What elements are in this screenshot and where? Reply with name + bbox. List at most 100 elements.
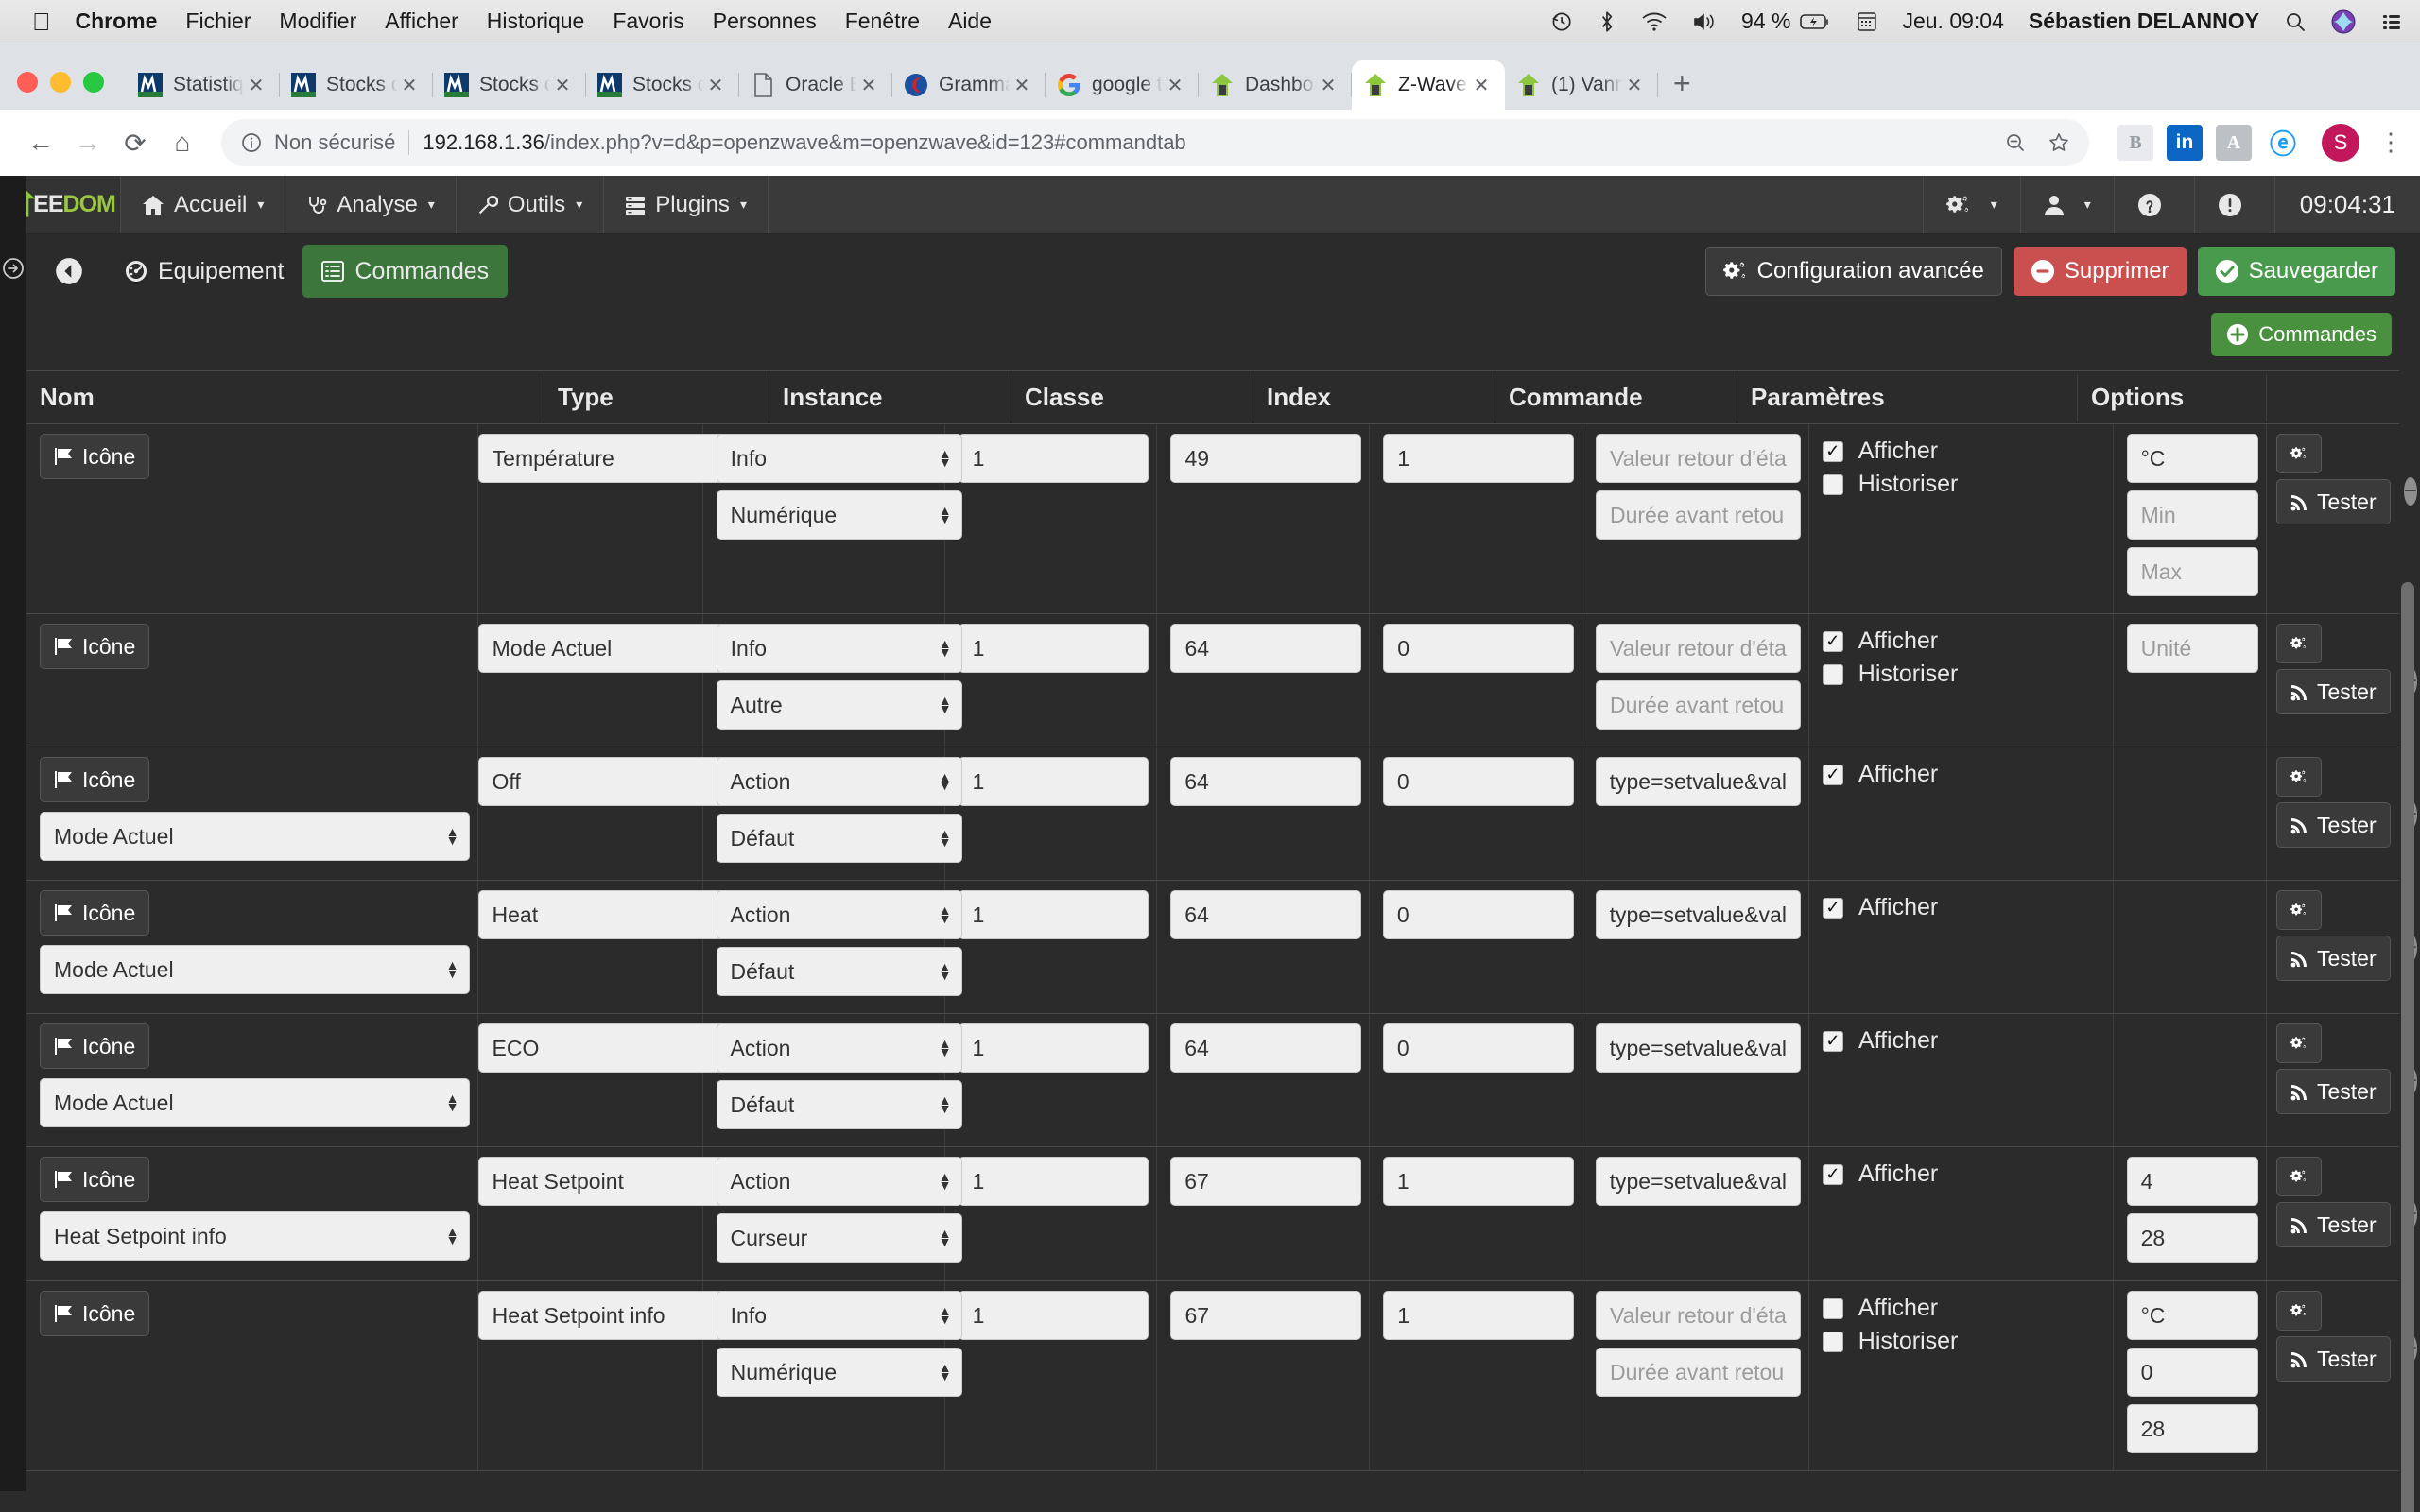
browser-tab-zwave-active[interactable]: Z-Wave ✕ xyxy=(1352,60,1505,110)
index-input[interactable]: 0 xyxy=(1383,624,1574,673)
menu-favoris[interactable]: Favoris xyxy=(613,9,683,34)
menubar-datetime[interactable]: Jeu. 09:04 xyxy=(1902,9,2003,34)
afficher-checkbox[interactable]: ✓ Afficher xyxy=(1822,627,2105,655)
configure-command-button[interactable] xyxy=(2275,890,2322,930)
type-select[interactable]: Action ▲ ▼ xyxy=(716,890,962,939)
linked-info-select[interactable]: Heat Setpoint info ▲ ▼ xyxy=(40,1211,470,1261)
menu-historique[interactable]: Historique xyxy=(487,9,585,34)
classe-input[interactable]: 64 xyxy=(1170,757,1361,806)
browser-tab-vanne[interactable]: (1) Vann ✕ xyxy=(1505,60,1658,110)
volume-icon[interactable] xyxy=(1692,11,1717,32)
unite-input[interactable]: Unité xyxy=(2126,624,2258,673)
browser-tab-oracle[interactable]: Oracle B ✕ xyxy=(739,60,892,110)
tab-close-icon[interactable]: ✕ xyxy=(397,74,422,97)
subtype-select[interactable]: Numérique ▲ ▼ xyxy=(716,490,962,540)
instance-input[interactable]: 1 xyxy=(958,434,1150,483)
afficher-checkbox[interactable]: ✓ Afficher xyxy=(1822,761,2105,788)
max-input[interactable]: 28 xyxy=(2126,1404,2258,1453)
max-value-input[interactable]: 28 xyxy=(2126,1213,2258,1263)
historiser-checkbox[interactable]: Historiser xyxy=(1822,661,2105,688)
classe-input[interactable]: 67 xyxy=(1170,1291,1362,1340)
subtype-select[interactable]: Défaut ▲ ▼ xyxy=(716,1080,962,1129)
tab-close-icon[interactable]: ✕ xyxy=(1622,74,1647,97)
min-value-input[interactable]: 4 xyxy=(2126,1157,2258,1206)
browser-tab-grammalecte[interactable]: Gramma ✕ xyxy=(892,60,1046,110)
commande-value-input[interactable]: type=setvalue&val xyxy=(1595,1023,1801,1073)
wifi-icon[interactable] xyxy=(1641,11,1668,32)
browser-tab-stocks-2[interactable]: Stocks d ✕ xyxy=(433,60,586,110)
historiser-checkbox[interactable]: Historiser xyxy=(1822,471,2105,498)
commande-value-input[interactable]: type=setvalue&val xyxy=(1595,1157,1801,1206)
window-minimize-button[interactable] xyxy=(50,72,71,93)
browser-tab-statistiq[interactable]: Statistiq ✕ xyxy=(127,60,280,110)
commande-value-input[interactable]: type=setvalue&val xyxy=(1595,757,1801,806)
window-controls[interactable] xyxy=(17,72,104,110)
classe-input[interactable]: 67 xyxy=(1170,1157,1361,1206)
index-input[interactable]: 1 xyxy=(1382,1157,1574,1206)
remove-command-button[interactable]: − xyxy=(2403,477,2417,506)
tab-equipement[interactable]: Equipement xyxy=(106,245,302,298)
vertical-scrollbar[interactable] xyxy=(2401,582,2414,1512)
type-select[interactable]: Info ▲ ▼ xyxy=(716,624,962,673)
tester-button[interactable]: Tester xyxy=(2275,802,2391,848)
menu-chrome[interactable]: Chrome xyxy=(76,9,158,34)
nav-user-menu[interactable]: ▾ xyxy=(2019,176,2114,233)
icone-button[interactable]: Icône xyxy=(40,1157,150,1202)
address-bar[interactable]: Non sécurisé 192.168.1.36 /index.php?v=d… xyxy=(221,119,2089,166)
nav-item-accueil[interactable]: Accueil ▾ xyxy=(121,176,286,233)
back-button[interactable]: ← xyxy=(17,119,64,166)
icone-button[interactable]: Icône xyxy=(40,757,150,802)
configure-command-button[interactable] xyxy=(2276,434,2322,473)
apple-menu-icon[interactable]:  xyxy=(32,9,51,34)
tester-button[interactable]: Tester xyxy=(2275,936,2391,981)
tester-button[interactable]: Tester xyxy=(2276,479,2391,524)
bookmark-star-icon[interactable] xyxy=(2048,131,2070,154)
nav-item-analyse[interactable]: Analyse ▾ xyxy=(285,176,457,233)
tab-close-icon[interactable]: ✕ xyxy=(1469,74,1494,97)
kebab-menu-icon[interactable]: ⋮ xyxy=(2378,130,2403,154)
bluetooth-icon[interactable] xyxy=(1598,9,1616,34)
min-input[interactable]: Min xyxy=(2126,490,2258,540)
menu-aide[interactable]: Aide xyxy=(948,9,992,34)
duree-avant-retour-input[interactable]: Durée avant retou xyxy=(1596,490,1801,540)
menu-fenetre[interactable]: Fenêtre xyxy=(845,9,920,34)
tester-button[interactable]: Tester xyxy=(2275,1202,2391,1247)
menu-modifier[interactable]: Modifier xyxy=(279,9,356,34)
configuration-avancee-button[interactable]: Configuration avancée xyxy=(1704,247,2002,296)
tab-close-icon[interactable]: ✕ xyxy=(1316,74,1340,97)
avast-icon[interactable]: A xyxy=(2216,125,2252,161)
duree-avant-retour-input[interactable]: Durée avant retou xyxy=(1596,680,1801,730)
edge-icon[interactable]: ⓔ xyxy=(2265,125,2301,161)
tab-close-icon[interactable]: ✕ xyxy=(1163,74,1187,97)
instance-input[interactable]: 1 xyxy=(958,890,1150,939)
index-input[interactable]: 1 xyxy=(1383,434,1574,483)
control-center-icon[interactable] xyxy=(2380,10,2403,33)
linkedin-icon[interactable]: in xyxy=(2167,125,2203,161)
tab-commandes[interactable]: Commandes xyxy=(302,245,509,298)
classe-input[interactable]: 64 xyxy=(1170,890,1361,939)
subtype-select[interactable]: Curseur ▲ ▼ xyxy=(716,1213,962,1263)
tab-close-icon[interactable]: ✕ xyxy=(856,74,881,97)
nav-item-plugins[interactable]: Plugins ▾ xyxy=(604,176,769,233)
index-input[interactable]: 1 xyxy=(1383,1291,1574,1340)
siri-icon[interactable] xyxy=(2331,9,2356,34)
tab-close-icon[interactable]: ✕ xyxy=(244,74,268,97)
valeur-retour-etat-input[interactable]: Valeur retour d'éta xyxy=(1596,434,1801,483)
classe-input[interactable]: 64 xyxy=(1170,624,1362,673)
linked-info-select[interactable]: Mode Actuel ▲ ▼ xyxy=(40,945,470,994)
menu-afficher[interactable]: Afficher xyxy=(385,9,458,34)
browser-tab-google[interactable]: google t ✕ xyxy=(1046,60,1199,110)
tab-close-icon[interactable]: ✕ xyxy=(550,74,575,97)
instance-input[interactable]: 1 xyxy=(958,1023,1150,1073)
search-icon[interactable] xyxy=(2284,10,2307,33)
type-select[interactable]: Action ▲ ▼ xyxy=(716,1023,962,1073)
afficher-checkbox[interactable]: ✓ Afficher xyxy=(1822,1160,2105,1188)
clock-rewind-icon[interactable] xyxy=(1548,9,1573,34)
min-input[interactable]: 0 xyxy=(2126,1348,2258,1397)
profile-avatar[interactable]: S xyxy=(2322,124,2360,162)
icone-button[interactable]: Icône xyxy=(40,1291,150,1336)
forward-button[interactable]: → xyxy=(64,119,112,166)
instance-input[interactable]: 1 xyxy=(958,624,1150,673)
unite-input[interactable]: °C xyxy=(2126,1291,2258,1340)
configure-command-button[interactable] xyxy=(2275,757,2322,797)
